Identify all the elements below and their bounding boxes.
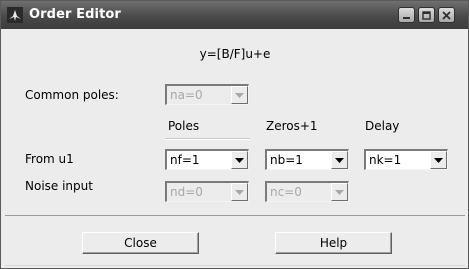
nb-select[interactable]: nb=1 (265, 149, 349, 170)
nc-select[interactable]: nc=0 (265, 181, 349, 202)
poles-column-header: Poles (168, 119, 200, 133)
poles-header-separator (165, 138, 250, 140)
nb-value: nb=1 (270, 153, 303, 167)
dropdown-arrow (231, 86, 248, 104)
title-bar[interactable]: Order Editor (1, 1, 468, 29)
dropdown-arrow (331, 183, 348, 201)
matlab-logo-icon (7, 7, 23, 23)
help-button[interactable]: Help (275, 232, 392, 254)
maximize-button[interactable] (418, 7, 435, 23)
nd-value: nd=0 (170, 185, 203, 199)
chevron-down-icon (335, 190, 344, 195)
nk-value: nk=1 (369, 153, 402, 167)
close-button[interactable]: Close (82, 232, 199, 254)
minimize-button[interactable] (398, 7, 415, 23)
delay-column-header: Delay (365, 119, 400, 133)
noise-input-label: Noise input (25, 179, 93, 193)
order-settings-panel: y=[B/F]u+e Common poles: na=0 Poles Zero… (5, 29, 465, 213)
maximize-icon (422, 11, 431, 20)
common-poles-label: Common poles: (25, 88, 119, 102)
minimize-icon (403, 17, 410, 19)
dropdown-arrow (231, 183, 248, 201)
dropdown-arrow (430, 151, 447, 169)
nf-value: nf=1 (170, 153, 200, 167)
order-editor-window: Order Editor y=[B/F]u+e Common poles: na… (0, 0, 469, 269)
model-formula: y=[B/F]u+e (199, 47, 271, 61)
chevron-down-icon (434, 158, 443, 163)
chevron-down-icon (235, 158, 244, 163)
close-icon (442, 11, 451, 20)
nf-select[interactable]: nf=1 (165, 149, 249, 170)
chevron-down-icon (335, 158, 344, 163)
nd-select[interactable]: nd=0 (165, 181, 249, 202)
chevron-down-icon (235, 190, 244, 195)
close-window-button[interactable] (438, 7, 455, 23)
common-poles-select[interactable]: na=0 (165, 84, 249, 105)
button-bar: Close Help (5, 215, 465, 266)
nc-value: nc=0 (270, 185, 302, 199)
nk-select[interactable]: nk=1 (364, 149, 448, 170)
window-title: Order Editor (29, 7, 121, 22)
dropdown-arrow (231, 151, 248, 169)
common-poles-value: na=0 (170, 88, 203, 102)
chevron-down-icon (235, 93, 244, 98)
zeros-column-header: Zeros+1 (266, 119, 318, 133)
dropdown-arrow (331, 151, 348, 169)
from-u1-label: From u1 (25, 152, 74, 166)
